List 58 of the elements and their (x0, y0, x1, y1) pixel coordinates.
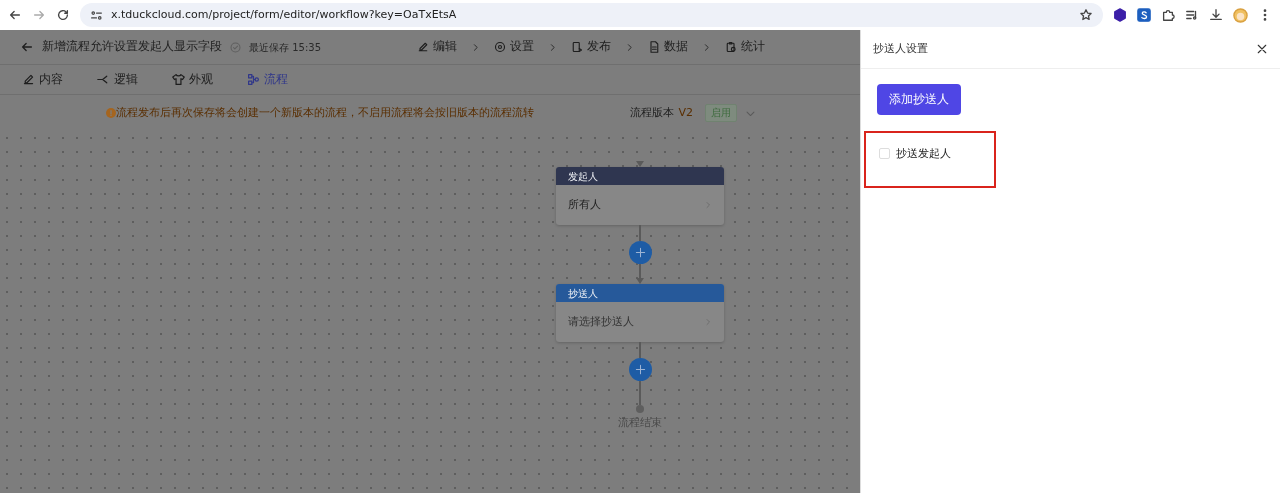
warning-icon (106, 108, 116, 118)
branch-icon (97, 73, 110, 86)
flow-node-card[interactable]: 发起人 所有人 (556, 167, 724, 225)
pencil-icon (22, 73, 35, 86)
editor-tab[interactable]: 逻辑 (97, 70, 138, 89)
node-header: 抄送人 (556, 284, 724, 302)
step-link[interactable]: 发布 (571, 38, 611, 56)
star-icon[interactable] (1079, 8, 1093, 22)
add-node-button[interactable] (628, 241, 652, 264)
chevron-right-icon (702, 42, 711, 52)
version-number: V2 (678, 104, 693, 121)
node-selector[interactable]: 请选择抄送人 (556, 302, 724, 342)
reload-icon[interactable] (56, 8, 70, 22)
step-link[interactable]: 设置 (494, 38, 534, 56)
editor-tab[interactable]: 内容 (22, 70, 63, 89)
url-text: x.tduckcloud.com/project/form/editor/workflow?key=OaTxEtsA (111, 6, 457, 23)
back-icon[interactable] (20, 40, 34, 54)
plus-icon (634, 247, 646, 258)
checkbox[interactable] (879, 148, 890, 159)
shirt-icon (172, 73, 185, 86)
form-title: 新增流程允许设置发起人显示字段 (42, 38, 222, 56)
step-link[interactable]: 数据 (648, 38, 688, 56)
notice-text: 流程发布后再次保存将会创建一个新版本的流程，不启用流程将会按旧版本的流程流转 (116, 104, 534, 121)
puzzle-icon[interactable] (1161, 8, 1175, 22)
step-link[interactable]: 统计 (725, 38, 765, 56)
phone-icon (571, 41, 583, 53)
flowchart-icon (247, 73, 260, 86)
square-extension-icon[interactable] (1137, 8, 1151, 22)
node-header: 发起人 (556, 167, 724, 185)
clipboard-icon (725, 41, 737, 53)
document-icon (648, 41, 660, 53)
download-icon[interactable] (1209, 8, 1223, 22)
chevron-right-icon (548, 42, 557, 52)
add-node-button[interactable] (628, 358, 652, 381)
pencil-icon (417, 41, 429, 53)
step-link[interactable]: 编辑 (417, 38, 457, 56)
chevron-right-icon (471, 42, 480, 52)
editor-tab[interactable]: 流程 (247, 70, 288, 89)
node-placeholder: 请选择抄送人 (568, 313, 634, 330)
checkbox-label[interactable]: 抄送发起人 (896, 146, 951, 163)
add-cc-button[interactable]: 添加抄送人 (877, 84, 961, 115)
flow-node-card[interactable]: 抄送人 请选择抄送人 (556, 284, 724, 342)
media-queue-icon[interactable] (1185, 8, 1199, 22)
arrow-down-icon (636, 161, 644, 167)
editor-tab[interactable]: 外观 (172, 70, 213, 89)
node-value: 所有人 (568, 196, 601, 213)
back-icon[interactable] (8, 8, 22, 22)
site-settings-icon[interactable] (90, 8, 103, 22)
chevron-right-icon (625, 42, 634, 52)
address-bar[interactable]: x.tduckcloud.com/project/form/editor/workflow?key=OaTxEtsA (80, 3, 1103, 27)
drawer-title: 抄送人设置 (873, 41, 928, 57)
saved-check-icon (230, 41, 241, 53)
cube-extension-icon[interactable] (1113, 8, 1127, 22)
close-icon[interactable] (1256, 43, 1268, 55)
node-selector[interactable]: 所有人 (556, 185, 724, 225)
version-label: 流程版本 (630, 104, 675, 121)
save-status: 最近保存 15:35 (249, 40, 321, 55)
plus-icon (634, 364, 646, 375)
